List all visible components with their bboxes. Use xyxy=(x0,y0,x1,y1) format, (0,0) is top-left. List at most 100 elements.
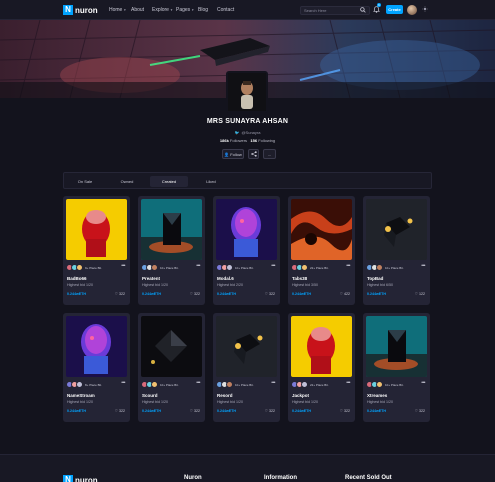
card-more-icon[interactable]: ••• xyxy=(271,380,275,386)
tab-on-sale[interactable]: On Sale xyxy=(70,176,100,187)
follow-button[interactable]: 👤 Follow xyxy=(222,149,244,159)
nft-name[interactable]: Tabs38 xyxy=(292,276,307,281)
nft-card[interactable]: 10+ Place Bit. ••• Modal.6 Highest bid 2/20… xyxy=(213,196,280,305)
like-button[interactable]: ♡ 322 xyxy=(265,292,275,296)
nav-about[interactable]: About xyxy=(131,7,144,13)
share-icon xyxy=(250,151,257,157)
like-button[interactable]: ♡ 322 xyxy=(340,409,350,413)
nav-explore[interactable]: Explore▼ xyxy=(152,7,173,13)
nft-card[interactable]: 9+ Place Bit. ••• BadBo66 Highest bid 1/20 0… xyxy=(63,196,130,305)
nft-card[interactable]: 22+ Place Bit. ••• Jackpot Highest bid 1/20… xyxy=(288,313,355,422)
nft-card[interactable]: 10+ Place Bit. ••• Preatent Highest bid 1/2… xyxy=(138,196,205,305)
nft-name[interactable]: Resord xyxy=(217,393,233,398)
tab-created[interactable]: Created xyxy=(150,176,188,187)
owner-avatar[interactable] xyxy=(76,264,83,271)
more-options-button[interactable]: ... xyxy=(263,149,276,159)
nft-card[interactable]: 10+ Place Bit. ••• Xtreames Highest bid 1/2… xyxy=(363,313,430,422)
card-more-icon[interactable]: ••• xyxy=(271,263,275,269)
user-avatar[interactable] xyxy=(407,5,417,15)
owner-avatar[interactable] xyxy=(151,381,158,388)
bell-icon[interactable] xyxy=(373,6,380,13)
nft-price: 0.244wETH xyxy=(142,409,161,413)
share-button[interactable] xyxy=(248,149,259,159)
card-more-icon[interactable]: ••• xyxy=(421,263,425,269)
create-button[interactable]: Create xyxy=(386,5,403,14)
nft-image[interactable] xyxy=(216,316,277,377)
card-more-icon[interactable]: ••• xyxy=(421,380,425,386)
notification-badge: 6 xyxy=(377,3,381,7)
like-button[interactable]: ♡ 322 xyxy=(115,292,125,296)
nft-name[interactable]: Xtreames xyxy=(367,393,387,398)
owner-avatar[interactable] xyxy=(76,381,83,388)
nft-name[interactable]: Preatent xyxy=(142,276,160,281)
nft-card[interactable]: 22+ Place Bit. ••• Tabs38 Highest bid 3/50 0… xyxy=(288,196,355,305)
nft-card[interactable]: 10+ Place Bit. ••• Resord Highest bid 1/20 0… xyxy=(213,313,280,422)
chevron-down-icon: ▼ xyxy=(191,8,195,12)
like-button[interactable]: ♡ 322 xyxy=(190,409,200,413)
footer-logo[interactable]: N nuron xyxy=(63,475,98,482)
nft-image[interactable] xyxy=(366,199,427,260)
card-more-icon[interactable]: ••• xyxy=(346,263,350,269)
owner-avatars xyxy=(66,381,83,388)
nft-image[interactable] xyxy=(291,199,352,260)
nft-image[interactable] xyxy=(141,199,202,260)
like-button[interactable]: ♡ 322 xyxy=(190,292,200,296)
card-more-icon[interactable]: ••• xyxy=(121,263,125,269)
like-button[interactable]: ♡ 322 xyxy=(265,409,275,413)
nav-pages[interactable]: Pages▼ xyxy=(176,7,194,13)
card-more-icon[interactable]: ••• xyxy=(121,380,125,386)
theme-toggle-icon[interactable] xyxy=(422,6,428,12)
tab-liked[interactable]: Liked xyxy=(196,176,226,187)
nft-card[interactable]: 8+ Place Bit. ••• NameStroam Highest bid 1/… xyxy=(63,313,130,422)
nav-blog[interactable]: Blog xyxy=(198,7,208,13)
like-button[interactable]: ♡ 322 xyxy=(415,409,425,413)
owner-avatar[interactable] xyxy=(151,264,158,271)
nav-contact[interactable]: Contact xyxy=(217,7,234,13)
owner-avatar[interactable] xyxy=(226,381,233,388)
place-bid-count: 22+ Place Bit. xyxy=(310,266,329,270)
like-button[interactable]: ♡ 122 xyxy=(415,292,425,296)
nft-name[interactable]: BadBo66 xyxy=(67,276,87,281)
nft-name[interactable]: Jackpot xyxy=(292,393,309,398)
nft-image[interactable] xyxy=(66,199,127,260)
profile-handle[interactable]: 🐦 @Sunayra xyxy=(0,130,495,135)
search-icon[interactable] xyxy=(360,7,366,13)
owner-avatars xyxy=(216,264,233,271)
owner-avatar[interactable] xyxy=(226,264,233,271)
nft-name[interactable]: Modal.6 xyxy=(217,276,234,281)
owner-avatars xyxy=(66,264,83,271)
nft-price: 0.244wETH xyxy=(367,409,386,413)
site-logo[interactable]: N nuron xyxy=(63,5,98,15)
nft-price: 0.244wETH xyxy=(217,409,236,413)
owner-avatar[interactable] xyxy=(376,264,383,271)
owner-avatar[interactable] xyxy=(301,381,308,388)
card-more-icon[interactable]: ••• xyxy=(196,263,200,269)
nft-card[interactable]: 10+ Place Bit. ••• TopBad Highest bid 6/50 0… xyxy=(363,196,430,305)
nft-image[interactable] xyxy=(141,316,202,377)
nav-home[interactable]: Home▼ xyxy=(109,7,126,13)
like-button[interactable]: ♡ 422 xyxy=(340,292,350,296)
nft-image[interactable] xyxy=(366,316,427,377)
card-more-icon[interactable]: ••• xyxy=(196,380,200,386)
nft-image[interactable] xyxy=(66,316,127,377)
nft-price: 0.244wETH xyxy=(292,292,311,296)
nft-image[interactable] xyxy=(291,316,352,377)
highest-bid: Highest bid 1/20 xyxy=(367,400,393,404)
nft-name[interactable]: TopBad xyxy=(367,276,383,281)
card-more-icon[interactable]: ••• xyxy=(346,380,350,386)
tab-owned[interactable]: Owned xyxy=(112,176,142,187)
nft-image[interactable] xyxy=(216,199,277,260)
owner-avatar[interactable] xyxy=(376,381,383,388)
nft-name[interactable]: Scourd xyxy=(142,393,158,398)
nft-name[interactable]: NameStroam xyxy=(67,393,95,398)
place-bid-count: 8+ Place Bit. xyxy=(85,383,102,387)
search-placeholder: Search Here xyxy=(304,8,327,13)
owner-avatar[interactable] xyxy=(301,264,308,271)
nft-card[interactable]: 10+ Place Bit. ••• Scourd Highest bid 1/20 0… xyxy=(138,313,205,422)
nft-price: 0.244wETH xyxy=(67,292,86,296)
highest-bid: Highest bid 2/20 xyxy=(217,283,243,287)
nft-price: 0.244wETH xyxy=(142,292,161,296)
chevron-down-icon: ▼ xyxy=(123,8,127,12)
like-button[interactable]: ♡ 322 xyxy=(115,409,125,413)
profile-name: MRS SUNAYRA AHSAN xyxy=(206,118,289,125)
